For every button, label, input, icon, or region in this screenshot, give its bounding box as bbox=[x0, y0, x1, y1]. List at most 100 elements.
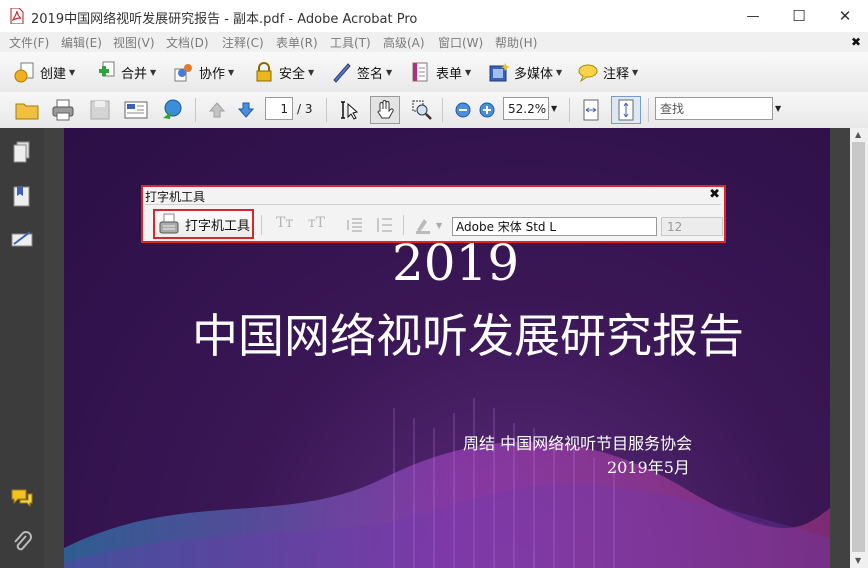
close-document-icon[interactable]: ✖ bbox=[851, 35, 861, 49]
maximize-icon: ☐ bbox=[792, 7, 806, 25]
separator bbox=[326, 98, 327, 122]
combine-button[interactable]: 合并 ▼ bbox=[95, 58, 156, 86]
menu-bar: 文件(F) 编辑(E) 视图(V) 文档(D) 注释(C) 表单(R) 工具(T… bbox=[0, 32, 868, 52]
zoom-in-button[interactable] bbox=[474, 97, 500, 123]
combine-label: 合并 bbox=[121, 66, 148, 82]
text-color-icon[interactable] bbox=[414, 216, 434, 234]
increase-text-size-button[interactable]: тT bbox=[308, 215, 325, 231]
separator bbox=[145, 204, 721, 205]
comments-panel-icon[interactable] bbox=[10, 486, 34, 510]
arrow-down-icon bbox=[237, 102, 255, 118]
maximize-button[interactable]: ☐ bbox=[776, 0, 822, 32]
fit-width-icon bbox=[583, 99, 599, 121]
email-button[interactable] bbox=[123, 97, 149, 123]
chevron-down-icon: ▼ bbox=[556, 67, 563, 77]
lock-icon bbox=[256, 62, 272, 82]
cover-title: 中国网络视听发展研究报告 bbox=[192, 309, 744, 363]
forms-label: 表单 bbox=[436, 66, 463, 82]
vertical-scrollbar[interactable]: ▲ ▼ bbox=[850, 128, 868, 568]
font-name-select[interactable]: Adobe 宋体 Std L bbox=[452, 217, 657, 236]
chevron-down-icon: ▼ bbox=[150, 67, 157, 77]
select-tool-button[interactable] bbox=[337, 97, 363, 123]
hand-tool-button[interactable] bbox=[370, 96, 400, 124]
menu-comments[interactable]: 注释(C) bbox=[222, 34, 264, 51]
chevron-down-icon: ▼ bbox=[465, 67, 472, 77]
typewriter-toolbar: 打字机工具 ✖ 打字机工具 Tт тT ▼ Adobe 宋体 Std L ⌄ 1… bbox=[141, 185, 726, 243]
save-button[interactable] bbox=[87, 97, 113, 123]
chevron-down-icon: ▼ bbox=[69, 67, 76, 77]
separator bbox=[442, 98, 443, 122]
sign-label: 签名 bbox=[357, 66, 384, 82]
multimedia-button[interactable]: 多媒体 ▼ bbox=[488, 58, 562, 86]
bookmarks-icon[interactable] bbox=[10, 184, 34, 208]
decrease-line-spacing-icon[interactable] bbox=[345, 217, 363, 233]
fit-page-button[interactable] bbox=[611, 96, 641, 124]
secure-label: 安全 bbox=[279, 66, 306, 82]
page-number-input[interactable]: 1 bbox=[265, 97, 293, 120]
collaborate-button[interactable]: 协作 ▼ bbox=[173, 58, 234, 86]
forms-button[interactable]: 表单 ▼ bbox=[410, 58, 471, 86]
attachments-paperclip-icon[interactable] bbox=[10, 530, 34, 554]
decrease-text-size-button[interactable]: Tт bbox=[276, 215, 293, 231]
navigation-pane bbox=[0, 128, 44, 568]
pdf-file-icon bbox=[10, 8, 24, 24]
form-icon bbox=[412, 62, 428, 82]
close-button[interactable]: ✕ bbox=[822, 0, 868, 32]
scroll-down-icon[interactable]: ▼ bbox=[855, 556, 861, 565]
zoom-level-input[interactable]: 52.2% bbox=[503, 97, 549, 120]
fit-page-icon bbox=[618, 99, 634, 121]
window-title: 2019中国网络视听发展研究报告 - 副本.pdf - Adobe Acroba… bbox=[31, 12, 418, 27]
comment-button[interactable]: 注释 ▼ bbox=[577, 58, 638, 86]
find-input[interactable]: 查找 bbox=[655, 97, 773, 120]
minimize-icon: — bbox=[746, 8, 760, 24]
collaborate-label: 协作 bbox=[199, 66, 226, 82]
zoom-magnifier-icon bbox=[412, 100, 432, 120]
zoom-in-icon bbox=[479, 102, 495, 118]
zoom-dropdown-icon[interactable]: ▼ bbox=[551, 104, 557, 113]
scroll-up-icon[interactable]: ▲ bbox=[855, 130, 861, 139]
minimize-button[interactable]: — bbox=[730, 0, 776, 32]
find-dropdown-icon[interactable]: ▼ bbox=[775, 104, 781, 113]
scrolling-mode-button[interactable] bbox=[578, 97, 604, 123]
create-button[interactable]: 创建 ▼ bbox=[14, 58, 75, 86]
create-icon bbox=[14, 62, 34, 83]
marquee-zoom-button[interactable] bbox=[409, 97, 435, 123]
menu-window[interactable]: 窗口(W) bbox=[438, 34, 483, 51]
scroll-thumb[interactable] bbox=[852, 142, 865, 552]
close-icon: ✕ bbox=[838, 7, 852, 25]
previous-page-button[interactable] bbox=[204, 97, 230, 123]
typewriter-tool-button[interactable]: 打字机工具 bbox=[153, 209, 254, 239]
menu-help[interactable]: 帮助(H) bbox=[495, 34, 537, 51]
print-button[interactable] bbox=[50, 97, 76, 123]
increase-line-spacing-icon[interactable] bbox=[375, 217, 393, 233]
close-icon[interactable]: ✖ bbox=[709, 187, 720, 202]
menu-file[interactable]: 文件(F) bbox=[9, 34, 49, 51]
web-button[interactable] bbox=[159, 97, 185, 123]
menu-document[interactable]: 文档(D) bbox=[166, 34, 209, 51]
secure-button[interactable]: 安全 ▼ bbox=[253, 58, 314, 86]
signatures-icon[interactable] bbox=[10, 228, 34, 252]
zoom-out-button[interactable] bbox=[450, 97, 476, 123]
multimedia-icon bbox=[489, 63, 510, 82]
font-size-select[interactable]: 12 bbox=[661, 217, 723, 236]
sign-button[interactable]: 签名 ▼ bbox=[331, 58, 392, 86]
mail-icon bbox=[124, 101, 148, 119]
chevron-down-icon: ▼ bbox=[386, 67, 393, 77]
separator bbox=[403, 215, 404, 235]
menu-tools[interactable]: 工具(T) bbox=[330, 34, 371, 51]
separator bbox=[195, 98, 196, 122]
collaborate-icon bbox=[174, 64, 192, 82]
menu-advanced[interactable]: 高级(A) bbox=[383, 34, 425, 51]
pages-icon[interactable] bbox=[10, 140, 34, 164]
task-toolbar: 创建 ▼ 合并 ▼ 协作 ▼ 安全 ▼ 签名 ▼ 表单 ▼ 多媒体 ▼ 注释 ▼ bbox=[0, 52, 868, 93]
multimedia-label: 多媒体 bbox=[514, 66, 554, 82]
chevron-down-icon[interactable]: ▼ bbox=[436, 221, 442, 230]
comment-label: 注释 bbox=[603, 66, 630, 82]
next-page-button[interactable] bbox=[233, 97, 259, 123]
folder-icon bbox=[15, 103, 39, 120]
open-button[interactable] bbox=[14, 97, 40, 123]
menu-forms[interactable]: 表单(R) bbox=[276, 34, 318, 51]
menu-view[interactable]: 视图(V) bbox=[113, 34, 155, 51]
globe-icon bbox=[163, 99, 182, 119]
menu-edit[interactable]: 编辑(E) bbox=[61, 34, 102, 51]
